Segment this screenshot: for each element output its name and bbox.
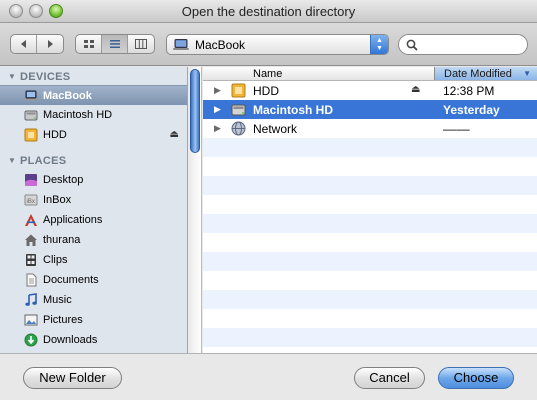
list-view-button[interactable] — [102, 35, 128, 53]
icon-view-icon — [83, 40, 94, 48]
disclosure-expanded-icon: ▼ — [8, 72, 16, 81]
empty-row — [203, 290, 537, 309]
disclosure-triangle-icon[interactable]: ▶ — [214, 104, 221, 115]
inbox-icon: iBx — [24, 194, 38, 206]
sidebar-item-clips[interactable]: Clips — [0, 250, 187, 270]
sidebar-scrollbar[interactable] — [188, 67, 202, 353]
cancel-button[interactable]: Cancel — [354, 367, 425, 389]
name-column-header[interactable]: Name — [253, 68, 282, 80]
sidebar-item-thurana[interactable]: thurana — [0, 230, 187, 250]
sidebar-item-macbook[interactable]: MacBook — [0, 85, 187, 105]
desktop-icon — [25, 174, 37, 186]
back-arrow-icon — [20, 40, 26, 48]
sidebar: ▼ DEVICES MacBook Macintosh HD HDD ⏏ ▼ P… — [0, 67, 188, 353]
view-mode-control — [75, 34, 155, 54]
home-icon — [25, 234, 37, 246]
eject-icon[interactable]: ⏏ — [170, 129, 179, 140]
icon-view-button[interactable] — [76, 35, 102, 53]
location-label: MacBook — [195, 38, 246, 52]
sidebar-item-documents[interactable]: Documents — [0, 270, 187, 290]
dialog-button-bar: New Folder Cancel Choose — [0, 353, 537, 400]
eject-icon[interactable]: ⏏ — [411, 84, 420, 95]
pictures-icon — [24, 314, 38, 326]
hard-drive-icon — [24, 110, 38, 121]
list-view-icon — [109, 40, 120, 48]
location-popup[interactable]: MacBook ▲ ▼ — [166, 34, 389, 55]
column-view-icon — [135, 39, 147, 49]
sidebar-item-hdd[interactable]: HDD ⏏ — [0, 125, 187, 145]
empty-row — [203, 252, 537, 271]
laptop-icon — [24, 90, 38, 101]
new-folder-button[interactable]: New Folder — [23, 367, 122, 389]
applications-icon — [25, 214, 37, 226]
network-icon — [231, 121, 246, 136]
column-header: Name Date Modified ▼ — [203, 67, 537, 81]
places-header[interactable]: ▼ PLACES — [0, 153, 187, 169]
sidebar-item-downloads[interactable]: Downloads — [0, 330, 187, 350]
file-list: Name Date Modified ▼ ▶ HDD ⏏ 12:38 PM ▶ … — [203, 67, 537, 353]
empty-row — [203, 328, 537, 347]
sidebar-item-music[interactable]: Music — [0, 290, 187, 310]
external-drive-icon — [24, 128, 38, 142]
clips-icon — [26, 254, 36, 266]
open-dialog-window: Open the destination directory MacBook ▲… — [0, 0, 537, 400]
search-icon — [406, 39, 418, 51]
window-title: Open the destination directory — [181, 4, 356, 19]
devices-header[interactable]: ▼ DEVICES — [0, 69, 187, 85]
empty-row — [203, 214, 537, 233]
back-forward-control — [10, 34, 64, 54]
file-row-macintosh-hd[interactable]: ▶ Macintosh HD Yesterday — [203, 100, 537, 119]
disclosure-triangle-icon[interactable]: ▶ — [214, 85, 221, 96]
laptop-icon — [173, 39, 189, 50]
back-button[interactable] — [11, 35, 37, 53]
sidebar-item-macintosh-hd[interactable]: Macintosh HD — [0, 105, 187, 125]
scrollbar-thumb[interactable] — [190, 69, 200, 153]
sort-descending-icon: ▼ — [523, 69, 531, 78]
disclosure-expanded-icon: ▼ — [8, 156, 16, 165]
external-drive-icon — [231, 83, 246, 98]
sidebar-item-desktop[interactable]: Desktop — [0, 170, 187, 190]
forward-button[interactable] — [37, 35, 63, 53]
music-icon — [25, 293, 37, 306]
column-view-button[interactable] — [128, 35, 154, 53]
popup-arrows-icon: ▲ ▼ — [370, 35, 388, 54]
search-field[interactable] — [398, 34, 528, 55]
empty-row — [203, 176, 537, 195]
title-bar: Open the destination directory — [0, 0, 537, 23]
documents-icon — [26, 273, 37, 287]
empty-row — [203, 138, 537, 157]
downloads-icon — [24, 333, 38, 347]
disclosure-triangle-icon[interactable]: ▶ — [214, 123, 221, 134]
sidebar-item-inbox[interactable]: iBx InBox — [0, 190, 187, 210]
svg-text:iBx: iBx — [27, 199, 35, 205]
hard-drive-icon — [231, 104, 246, 116]
toolbar: MacBook ▲ ▼ — [0, 23, 537, 66]
forward-arrow-icon — [48, 40, 53, 48]
file-row-network[interactable]: ▶ Network –––– — [203, 119, 537, 138]
sidebar-item-pictures[interactable]: Pictures — [0, 310, 187, 330]
sidebar-item-applications[interactable]: Applications — [0, 210, 187, 230]
date-modified-column-header[interactable]: Date Modified ▼ — [434, 67, 537, 80]
choose-button[interactable]: Choose — [438, 367, 514, 389]
file-row-hdd[interactable]: ▶ HDD ⏏ 12:38 PM — [203, 81, 537, 100]
